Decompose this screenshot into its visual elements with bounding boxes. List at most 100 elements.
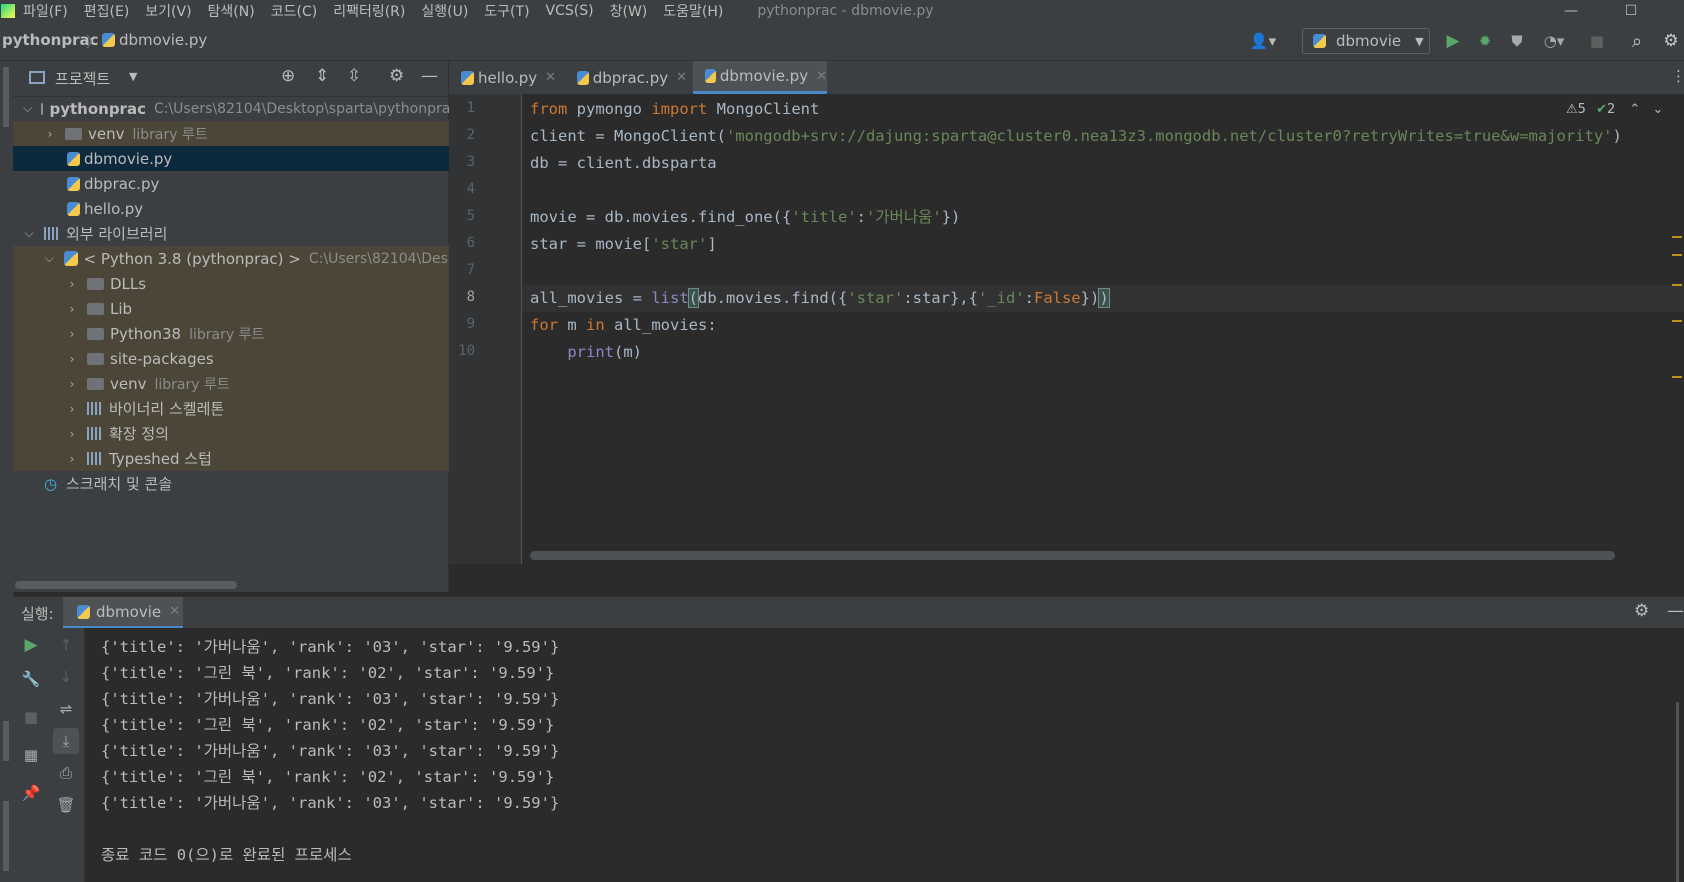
breadcrumb-file[interactable]: dbmovie.py — [102, 31, 207, 49]
tab-dbprac[interactable]: dbprac.py ✕ — [565, 61, 687, 94]
close-icon[interactable]: ✕ — [545, 70, 556, 85]
tree-item-scratches[interactable]: ◷ 스크래치 및 콘솔 — [13, 471, 479, 496]
rerun-icon[interactable]: ▶ — [18, 632, 44, 658]
chevron-right-icon[interactable]: › — [66, 352, 78, 366]
close-icon[interactable]: ✕ — [169, 604, 180, 619]
tree-item-binary-skeletons[interactable]: › 바이너리 스켈레톤 — [13, 396, 501, 421]
chevron-right-icon[interactable]: › — [66, 427, 78, 441]
warning-stripe[interactable] — [1672, 284, 1682, 286]
tree-item-lib[interactable]: › Lib — [13, 296, 501, 321]
run-config-selector[interactable]: dbmovie ▼ — [1302, 28, 1430, 54]
menu-help[interactable]: 도움말(H) — [663, 1, 723, 21]
run-panel-gear-icon[interactable]: ⚙ — [1634, 601, 1649, 621]
code-line-6: star = movie['star'] — [530, 235, 717, 253]
tree-item-python38[interactable]: › Python38 library 루트 — [13, 321, 501, 346]
close-icon[interactable]: ✕ — [816, 69, 827, 84]
settings-gear-icon[interactable]: ⚙ — [1660, 30, 1682, 52]
maximize-button[interactable]: ☐ — [1608, 0, 1654, 22]
run-icon[interactable]: ▶ — [1442, 30, 1464, 52]
tree-item-venv[interactable]: › venv library 루트 — [13, 121, 479, 146]
tree-item-dbmovie[interactable]: dbmovie.py — [13, 146, 502, 171]
locate-file-icon[interactable]: ⊕ — [281, 66, 295, 86]
warning-stripe[interactable] — [1672, 320, 1682, 322]
menu-refactor[interactable]: 리팩터링(R) — [333, 1, 405, 21]
menu-tools[interactable]: 도구(T) — [484, 1, 529, 21]
chevron-right-icon[interactable]: › — [66, 302, 78, 316]
debug-icon[interactable]: ✹ — [1474, 30, 1496, 52]
tree-item-hello[interactable]: hello.py — [13, 196, 502, 221]
layout-icon[interactable]: ▦ — [18, 742, 44, 768]
menu-file[interactable]: 파일(F) — [23, 1, 68, 21]
project-view-label[interactable]: 프로젝트 — [55, 68, 110, 89]
pin-icon[interactable]: 📌 — [18, 780, 44, 806]
chevron-right-icon[interactable]: › — [44, 127, 56, 141]
tree-item-label: dbmovie.py — [84, 149, 173, 168]
editor-hscrollbar[interactable] — [530, 551, 1615, 560]
code-editor[interactable]: from pymongo import MongoClient client =… — [522, 94, 1684, 564]
folder-icon — [87, 377, 104, 390]
tab-dbmovie[interactable]: dbmovie.py ✕ — [693, 61, 827, 94]
chevron-right-icon[interactable]: › — [66, 327, 78, 341]
soft-wrap-icon[interactable]: ⇌ — [53, 696, 79, 722]
console-vscrollbar[interactable] — [1676, 702, 1679, 882]
scroll-to-end-icon[interactable]: ⤓ — [53, 728, 79, 754]
chevron-right-icon[interactable]: › — [66, 402, 78, 416]
tree-item-extension-definitions[interactable]: › 확장 정의 — [13, 421, 501, 446]
chevron-right-icon[interactable]: › — [66, 277, 78, 291]
warning-stripe[interactable] — [1672, 376, 1682, 378]
project-tool-button[interactable] — [3, 67, 9, 127]
search-icon[interactable]: ⌕ — [1626, 30, 1648, 52]
menu-run[interactable]: 실행(U) — [421, 1, 468, 21]
profile-icon[interactable]: ◔▾ — [1538, 30, 1570, 52]
chevron-right-icon[interactable]: › — [66, 377, 78, 391]
close-icon[interactable]: ✕ — [676, 70, 687, 85]
menu-view[interactable]: 보기(V) — [145, 1, 191, 21]
tree-item-python-sdk[interactable]: ⌵ < Python 3.8 (pythonprac) > C:\Users\8… — [13, 246, 479, 271]
breadcrumb-project[interactable]: pythonprac — [2, 31, 99, 49]
user-icon[interactable]: 👤▾ — [1246, 30, 1280, 52]
tab-hello[interactable]: hello.py ✕ — [449, 61, 559, 94]
trash-icon[interactable]: 🗑 — [53, 792, 79, 818]
print-icon[interactable]: ⎙ — [53, 760, 79, 786]
project-view-chevron-down-icon[interactable]: ▼ — [129, 70, 137, 83]
run-tab-dbmovie[interactable]: dbmovie ✕ — [63, 597, 183, 629]
hide-panel-icon[interactable]: — — [421, 66, 438, 86]
menu-window[interactable]: 창(W) — [610, 1, 648, 21]
chevron-down-icon[interactable]: ⌵ — [23, 226, 35, 241]
tab-options-icon[interactable]: ⋮ — [1671, 67, 1684, 85]
tree-item-venv-lib[interactable]: › venv library 루트 — [13, 371, 501, 396]
tree-item-pythonprac[interactable]: ⌵ pythonprac C:\Users\82104\Desktop\spar… — [13, 96, 458, 121]
python-file-icon — [705, 69, 716, 83]
collapse-all-icon[interactable]: ⇳ — [347, 66, 361, 86]
tree-item-site-packages[interactable]: › site-packages — [13, 346, 501, 371]
project-panel-hscrollbar[interactable] — [15, 581, 237, 589]
menu-vcs[interactable]: VCS(S) — [546, 3, 594, 19]
chevron-down-icon[interactable]: ⌵ — [23, 101, 32, 116]
wrench-icon[interactable]: 🔧 — [18, 666, 44, 692]
coverage-icon[interactable]: ⛊ — [1506, 30, 1528, 52]
app-logo-icon — [1, 4, 15, 18]
warning-stripe[interactable] — [1672, 236, 1682, 238]
chevron-right-icon[interactable]: › — [66, 452, 78, 466]
minimize-button[interactable]: — — [1548, 0, 1594, 22]
tree-item-label: hello.py — [84, 199, 144, 218]
tree-item-external-libraries[interactable]: ⌵ 외부 라이브러리 — [13, 221, 458, 246]
tree-item-dbprac[interactable]: dbprac.py — [13, 171, 502, 196]
menu-edit[interactable]: 편집(E) — [84, 1, 130, 21]
next-highlight-icon[interactable]: ⌄ — [1652, 102, 1663, 117]
previous-highlight-icon[interactable]: ⌃ — [1629, 102, 1640, 117]
hide-run-panel-icon[interactable]: — — [1667, 601, 1684, 621]
bookmarks-tool-button[interactable] — [3, 801, 9, 871]
line-number: 9 — [466, 316, 475, 332]
run-console[interactable]: {'title': '가버나움', 'rank': '03', 'star': … — [85, 628, 1684, 882]
structure-tool-button[interactable] — [3, 721, 9, 761]
menu-code[interactable]: 코드(C) — [271, 1, 317, 21]
panel-options-gear-icon[interactable]: ⚙ — [389, 66, 404, 86]
expand-all-icon[interactable]: ⇕ — [315, 66, 329, 86]
chevron-down-icon[interactable]: ⌵ — [44, 251, 55, 266]
warning-stripe[interactable] — [1672, 254, 1682, 256]
tree-item-dlls[interactable]: › DLLs — [13, 271, 501, 296]
inspection-widget[interactable]: ⚠5 ✔2 ⌃ ⌄ — [1566, 102, 1663, 117]
menu-navigate[interactable]: 탐색(N) — [208, 1, 255, 21]
tree-item-typeshed-stubs[interactable]: › Typeshed 스텁 — [13, 446, 501, 471]
